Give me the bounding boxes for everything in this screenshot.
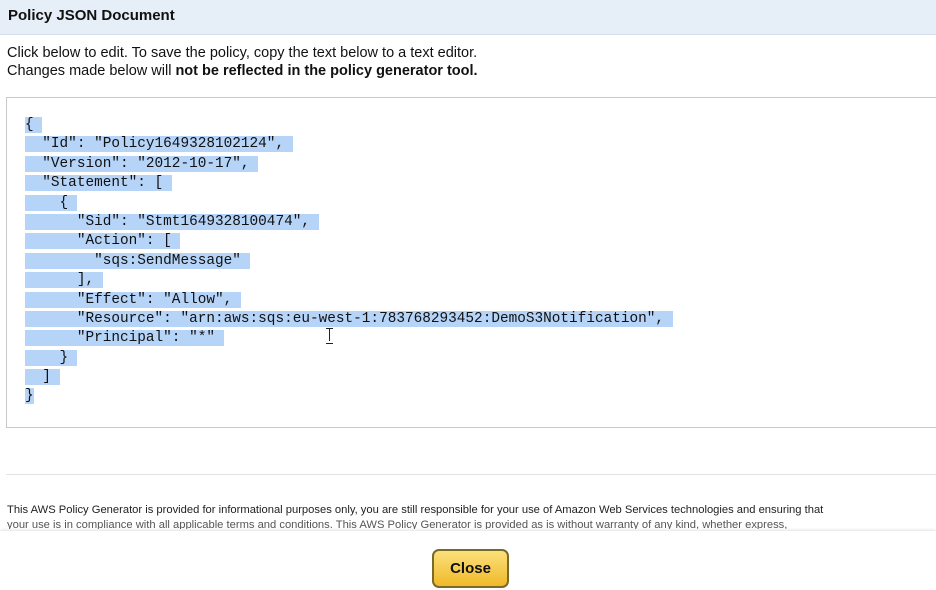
disclaimer: This AWS Policy Generator is provided fo… [7,503,936,529]
json-line: "Id": "Policy1649328102124", [25,136,293,153]
json-line: "Version": "2012-10-17", [25,155,259,172]
json-line: "Statement": [ [25,175,172,192]
json-line: { [25,194,77,211]
policy-json-editor[interactable]: { "Id": "Policy1649328102124", "Version"… [6,97,936,428]
json-line: } [25,388,34,405]
policy-json-text[interactable]: { "Id": "Policy1649328102124", "Version"… [25,116,673,407]
json-line: "sqs:SendMessage" [25,252,250,269]
json-line: "Action": [ [25,233,181,250]
text-cursor-icon [326,328,334,344]
disclaimer-line-2: your use is in compliance with all appli… [7,519,788,529]
disclaimer-line-1: This AWS Policy Generator is provided fo… [7,504,824,516]
modal-header: Policy JSON Document [0,0,936,35]
instructions: Click below to edit. To save the policy,… [7,44,927,80]
instructions-line-2-bold: not be reflected in the policy generator… [175,63,478,79]
json-line: "Effect": "Allow", [25,291,241,308]
json-line: ], [25,272,103,289]
json-line: ] [25,369,60,386]
modal-title: Policy JSON Document [8,7,175,24]
close-button[interactable]: Close [432,549,509,588]
json-line: "Resource": "arn:aws:sqs:eu-west-1:78376… [25,310,673,327]
instructions-line-2: Changes made below will not be reflected… [7,62,927,80]
json-line: { [25,117,43,133]
json-line: "Principal": "*" [25,330,224,347]
divider [6,474,936,475]
instructions-line-1: Click below to edit. To save the policy,… [7,45,478,61]
json-line: "Sid": "Stmt1649328100474", [25,213,319,230]
instructions-line-2-prefix: Changes made below will [7,63,176,79]
json-line: } [25,349,77,366]
